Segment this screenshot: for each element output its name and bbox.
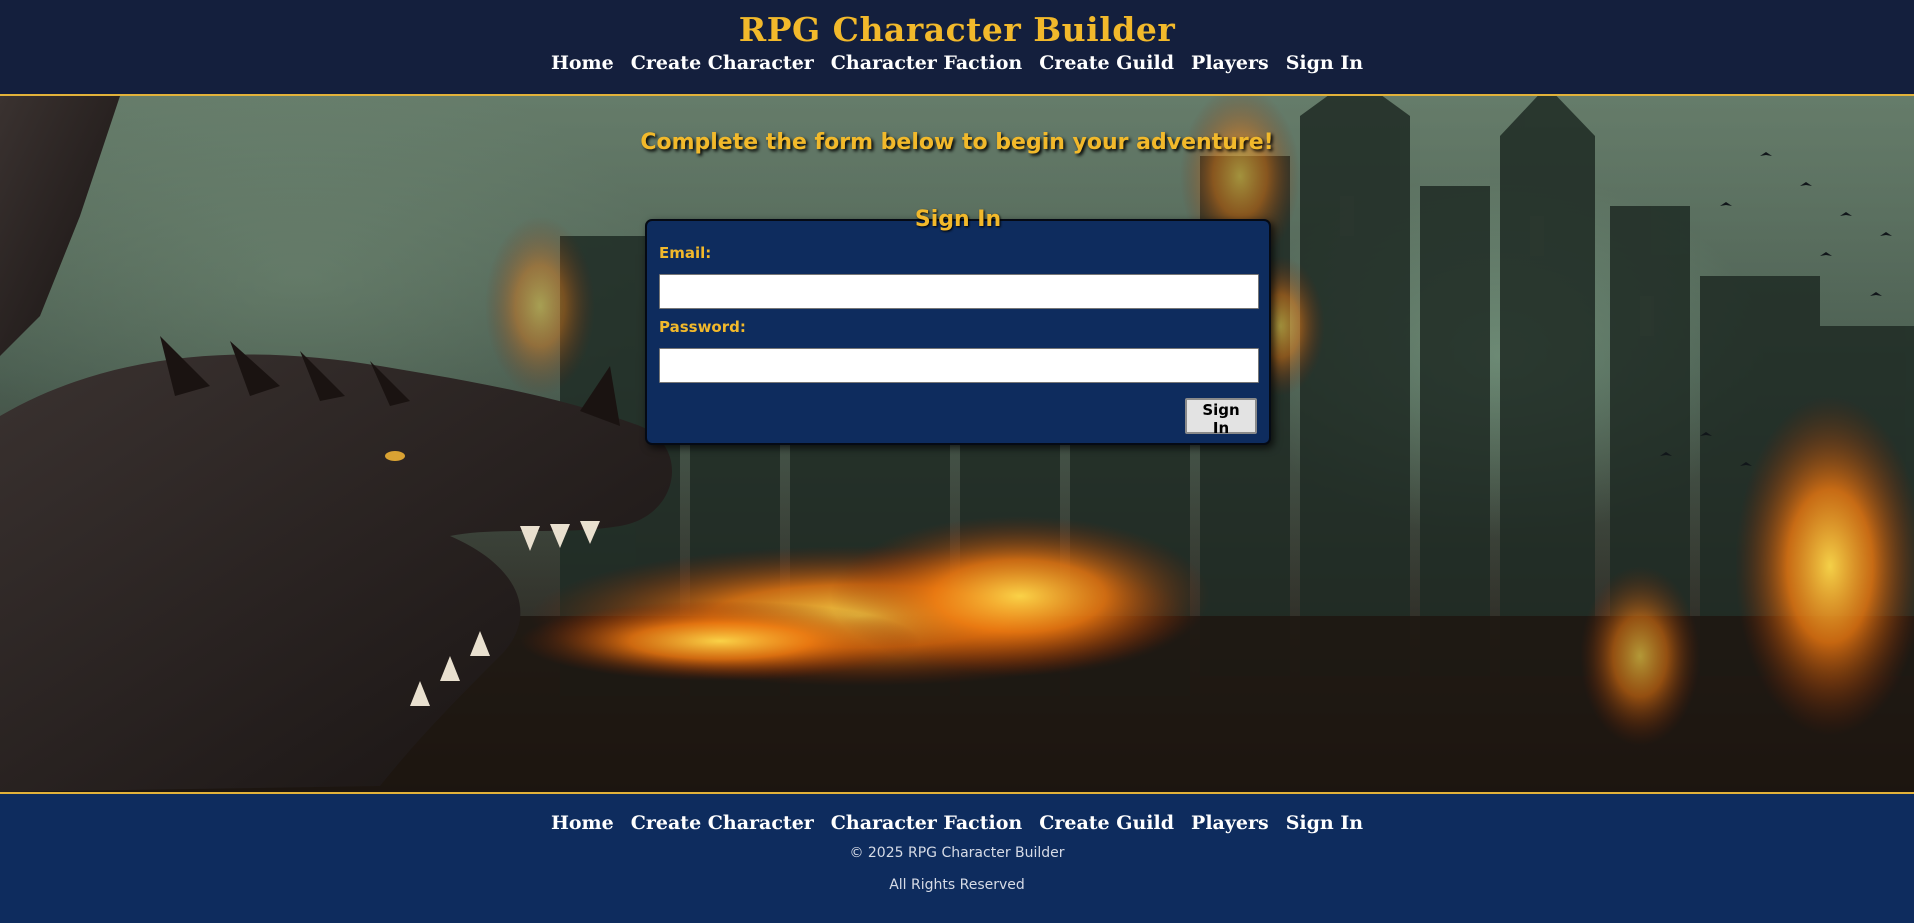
password-field[interactable] (659, 348, 1259, 383)
footer-copyright: © 2025 RPG Character Builder (849, 845, 1065, 861)
email-field[interactable] (659, 274, 1259, 309)
sign-in-button[interactable]: Sign In (1185, 398, 1257, 437)
footer-link-create-character[interactable]: Create Character (631, 812, 814, 834)
footer-nav: Home Create Character Character Faction … (0, 812, 1914, 834)
nav-link-character-faction[interactable]: Character Faction (831, 52, 1022, 74)
footer-link-create-guild[interactable]: Create Guild (1039, 812, 1174, 834)
site-footer: Home Create Character Character Faction … (0, 792, 1914, 923)
footer-link-character-faction[interactable]: Character Faction (831, 812, 1022, 834)
nav-link-create-guild[interactable]: Create Guild (1039, 52, 1174, 74)
footer-link-players[interactable]: Players (1191, 812, 1269, 834)
footer-link-home[interactable]: Home (551, 812, 614, 834)
hero-section: Complete the form below to begin your ad… (0, 96, 1914, 792)
nav-link-players[interactable]: Players (1191, 52, 1269, 74)
site-header: RPG Character Builder Home Create Charac… (0, 0, 1914, 96)
header-nav: Home Create Character Character Faction … (0, 52, 1914, 74)
site-title: RPG Character Builder (738, 10, 1176, 49)
email-label: Email: (659, 244, 712, 262)
nav-link-sign-in[interactable]: Sign In (1286, 52, 1363, 74)
nav-link-create-character[interactable]: Create Character (631, 52, 814, 74)
footer-link-sign-in[interactable]: Sign In (1286, 812, 1363, 834)
nav-link-home[interactable]: Home (551, 52, 614, 74)
sign-in-form: Sign In Email: Password: Sign In (645, 207, 1271, 445)
footer-rights: All Rights Reserved (889, 877, 1025, 893)
sign-in-heading: Sign In (914, 207, 1002, 232)
hero-tagline: Complete the form below to begin your ad… (640, 130, 1274, 155)
password-label: Password: (659, 318, 746, 336)
